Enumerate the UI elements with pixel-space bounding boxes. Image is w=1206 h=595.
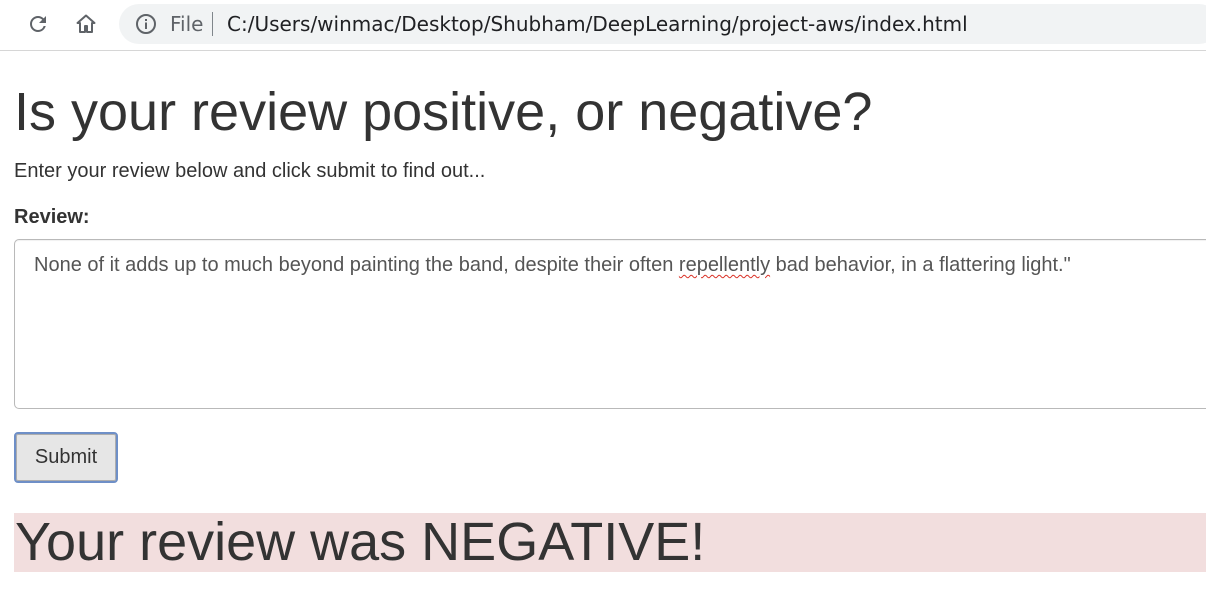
instructions-text: Enter your review below and click submit…	[14, 160, 486, 182]
home-icon	[76, 14, 96, 33]
review-text-before: None of it adds up to much beyond painti…	[34, 254, 679, 276]
review-textarea[interactable]: None of it adds up to much beyond painti…	[14, 239, 1206, 409]
reload-button[interactable]	[22, 8, 54, 40]
home-button[interactable]	[70, 8, 102, 40]
misspelled-word: repellently	[678, 254, 771, 276]
url-text[interactable]: C:/Users/winmac/Desktop/Shubham/DeepLear…	[227, 13, 968, 35]
address-separator	[212, 12, 213, 36]
review-label: Review:	[14, 206, 90, 228]
page-title: Is your review positive, or negative?	[14, 82, 873, 142]
review-text-after: bad behavior, in a flattering light."	[770, 254, 1071, 276]
address-bar[interactable]: File C:/Users/winmac/Desktop/Shubham/Dee…	[119, 4, 1206, 44]
scheme-label: File	[170, 12, 204, 36]
submit-button[interactable]: Submit	[14, 432, 118, 483]
reload-icon	[30, 15, 46, 32]
result-banner: Your review was NEGATIVE!	[14, 513, 1206, 572]
browser-toolbar: File C:/Users/winmac/Desktop/Shubham/Dee…	[0, 0, 1206, 51]
info-icon[interactable]	[135, 13, 157, 35]
